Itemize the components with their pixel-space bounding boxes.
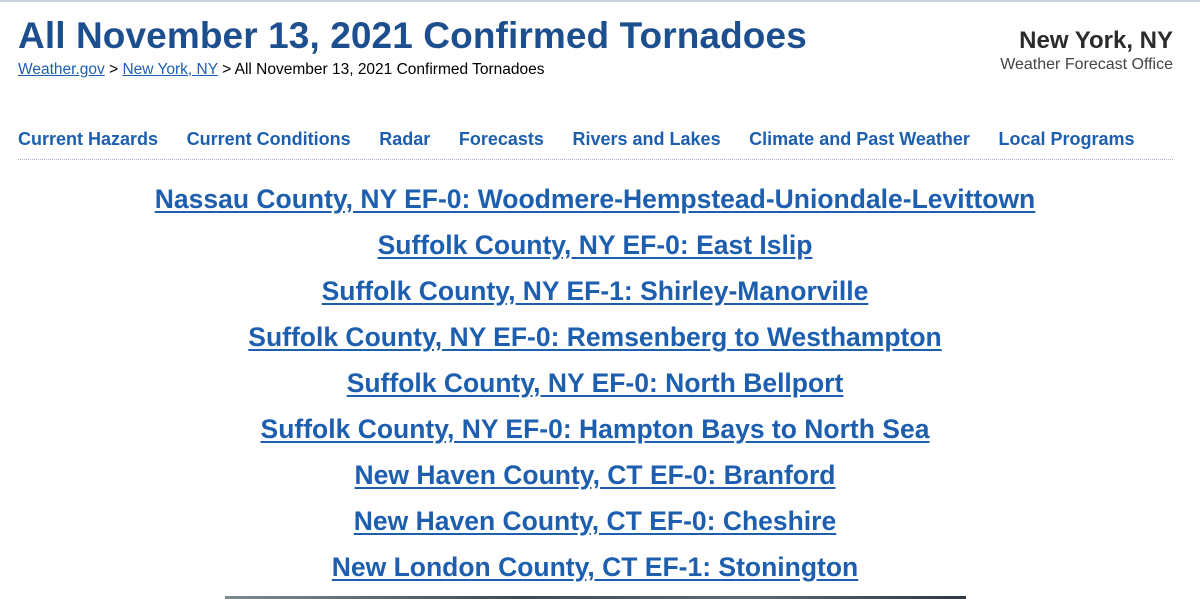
nav-climate-and-past-weather[interactable]: Climate and Past Weather (749, 126, 970, 159)
nav-local-programs[interactable]: Local Programs (999, 126, 1135, 159)
office-info: New York, NY Weather Forecast Office (1000, 26, 1173, 74)
tornado-link-shirley-manorville[interactable]: Suffolk County, NY EF-1: Shirley-Manorvi… (0, 268, 1190, 314)
nav-rivers-and-lakes[interactable]: Rivers and Lakes (573, 126, 721, 159)
office-name: New York, NY (1019, 27, 1173, 54)
tornado-link-cheshire[interactable]: New Haven County, CT EF-0: Cheshire (0, 498, 1190, 544)
main-nav: Current Hazards Current Conditions Radar… (18, 126, 1173, 160)
tornado-link-stonington[interactable]: New London County, CT EF-1: Stonington (0, 544, 1190, 590)
tornado-list: Nassau County, NY EF-0: Woodmere-Hempste… (0, 176, 1190, 590)
tornado-link-remsenberg-westhampton[interactable]: Suffolk County, NY EF-0: Remsenberg to W… (0, 314, 1190, 360)
breadcrumb-current: All November 13, 2021 Confirmed Tornadoe… (234, 61, 545, 78)
nav-current-conditions[interactable]: Current Conditions (187, 126, 351, 159)
tornado-link-hampton-bays-north-sea[interactable]: Suffolk County, NY EF-0: Hampton Bays to… (0, 406, 1190, 452)
tornado-link-branford[interactable]: New Haven County, CT EF-0: Branford (0, 452, 1190, 498)
tornado-link-woodmere-levittown[interactable]: Nassau County, NY EF-0: Woodmere-Hempste… (0, 176, 1190, 222)
nav-forecasts[interactable]: Forecasts (459, 126, 544, 159)
breadcrumb-separator: > (109, 61, 119, 78)
breadcrumb-separator: > (222, 61, 232, 78)
nav-radar[interactable]: Radar (379, 126, 430, 159)
top-border (0, 0, 1200, 2)
nav-current-hazards[interactable]: Current Hazards (18, 126, 158, 159)
tornado-link-east-islip[interactable]: Suffolk County, NY EF-0: East Islip (0, 222, 1190, 268)
breadcrumb-home-link[interactable]: Weather.gov (18, 61, 105, 78)
breadcrumb-office-link[interactable]: New York, NY (122, 61, 217, 78)
tornado-link-north-bellport[interactable]: Suffolk County, NY EF-0: North Bellport (0, 360, 1190, 406)
office-type: Weather Forecast Office (1000, 56, 1173, 73)
